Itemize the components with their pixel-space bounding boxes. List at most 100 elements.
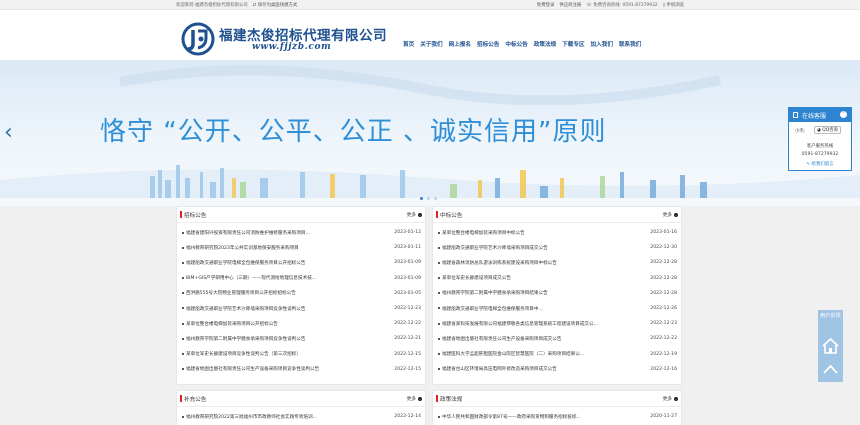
nav-item-download[interactable]: 下载专区 <box>562 40 584 48</box>
award-more-link[interactable]: 更多 › <box>663 212 678 218</box>
qq-chat-button[interactable]: ◕ QQ咨询 <box>814 126 841 134</box>
item-title[interactable]: 福州教育学院第二附属中学膳食承采购项目结果公告 <box>442 290 548 296</box>
item-date: 2022-12-23 <box>650 321 677 327</box>
item-title[interactable]: 福建船政交通职业学院电梯全包维保服务项目中... <box>442 306 543 312</box>
list-item[interactable]: 福建船政交通职业学院电梯全包维保服务项目公开招标公告 2023-01-09 <box>177 255 425 270</box>
list-item[interactable]: 某单位整合楼电梯加装采购项目公开招标公告 2022-12-22 <box>177 316 425 331</box>
chevron-right-icon: › <box>418 213 422 217</box>
list-item[interactable]: 福建省建阳兴投资有限责任公司消防维护维修服务采购项目... 2023-01-12 <box>177 225 425 240</box>
chevron-left-icon: ‹ <box>4 120 13 145</box>
panel-header: 补充公告 更多 › <box>177 391 425 407</box>
policy-more-link[interactable]: 更多 › <box>663 396 678 402</box>
supplier-register-link[interactable]: 供应商注册 <box>559 2 581 8</box>
nav-item-join[interactable]: 加入我们 <box>591 40 613 48</box>
list-item[interactable]: 福建医科大学孟超肝胆医院金山院区智慧医院（二）采购项目结果公... 2022-12… <box>433 347 681 362</box>
item-title[interactable]: 福建省地图出版社有限责任公司生产设备采购项目竞争性谈判公告 <box>186 366 319 372</box>
bullet-icon <box>438 231 440 234</box>
supplement-panel: 补充公告 更多 › 福州教育研究院2022第三批福州市市政教师社会实践专项培训..… <box>176 390 426 425</box>
nav-item-award[interactable]: 中标公告 <box>505 40 527 48</box>
item-title[interactable]: 福建船政交通职业学院艺术沙降墙采购项目竞争性谈判公告 <box>186 306 305 312</box>
company-logo-icon[interactable] <box>181 22 215 56</box>
nav-item-tender[interactable]: 招标公告 <box>477 40 499 48</box>
item-title[interactable]: 某单位整合楼电梯加装采购项目公开招标公告 <box>186 321 278 327</box>
list-item[interactable]: 中华人民共和国财政部令第87号——政府采购货物和服务招标投标... 2020-11… <box>433 409 681 424</box>
list-item[interactable]: 福州教育学院第二附属中学膳食承采购项目结果公告 2022-12-28 <box>433 286 681 301</box>
list-item[interactable]: 福建省森林消防总队游泳训练系统建设采购项目中标公告 2022-12-28 <box>433 255 681 270</box>
item-title[interactable]: 中华人民共和国财政部令第87号——政府采购货物和服务招标投标... <box>442 414 581 420</box>
close-icon[interactable]: ⌃ <box>840 111 847 118</box>
list-item[interactable]: 福建省地图出版社有限责任公司生产设备采购项目成交公告 2022-12-22 <box>433 331 681 346</box>
banner-dot[interactable] <box>427 197 430 200</box>
list-item[interactable]: 福建船政交通职业学院艺术沙降墙采购项目成交公告 2022-12-30 <box>433 240 681 255</box>
home-button[interactable] <box>818 334 843 358</box>
item-title[interactable]: 某单位整合楼电梯加装采购项目中标公告 <box>442 230 525 236</box>
list-item[interactable]: BIM+GIS产学研用中心（三期）——现代测绘地理信息技术技... 2023-01… <box>177 271 425 286</box>
bullet-icon <box>438 261 440 264</box>
bullet-icon <box>182 246 184 249</box>
item-title[interactable]: 某单位军史长廊建设项目竞争性谈判公告（第三次招标） <box>186 351 301 357</box>
item-date: 2022-12-16 <box>650 366 677 372</box>
item-title[interactable]: 福州教育研究院2023年公共实训基地保安服务采购项目 <box>186 245 299 251</box>
item-title[interactable]: 福建医科大学孟超肝胆医院金山院区智慧医院（二）采购项目结果公... <box>442 351 584 357</box>
item-title[interactable]: 福建省台山区环境局高压电网外修改造采购项目成交公告 <box>442 366 557 372</box>
item-date: 2020-11-27 <box>650 414 677 420</box>
item-title[interactable]: 西洪路555号大院物业管理服务项目公开招标招标公告 <box>186 290 296 296</box>
item-title[interactable]: 某单位军史长廊建设项目成交公告 <box>442 275 511 281</box>
nav-item-signup[interactable]: 网上报名 <box>449 40 471 48</box>
service-hotline-number: 0591-87279932 <box>801 152 839 157</box>
bullet-icon <box>438 292 440 295</box>
back-to-top-button[interactable] <box>818 358 843 382</box>
bullet-icon <box>438 415 440 418</box>
leave-message-link[interactable]: ✎ 给我们留言 <box>789 161 851 167</box>
bullet-icon <box>438 337 440 340</box>
hotline-label: 免费咨询热线: <box>593 3 622 8</box>
item-title[interactable]: 福建省地图出版社有限责任公司生产设备采购项目成交公告 <box>442 336 561 342</box>
item-title[interactable]: 福建省森林消防总队游泳训练系统建设采购项目中标公告 <box>442 260 557 266</box>
list-item[interactable]: 福建省台山区环境局高压电网外修改造采购项目成交公告 2022-12-16 <box>433 362 681 377</box>
panel-marker <box>436 211 438 218</box>
panel-title: 补充公告 <box>184 397 207 403</box>
list-item[interactable]: 福州教育研究院2022第三批福州市市政教师社会实践专项培训... 2022-12-… <box>177 409 425 424</box>
list-item[interactable]: 福建船政交通职业学院艺术沙降墙采购项目竞争性谈判公告 2022-12-23 <box>177 301 425 316</box>
banner-dot[interactable] <box>434 197 437 200</box>
item-date: 2022-12-26 <box>650 306 677 312</box>
item-title[interactable]: 福州教育研究院2022第三批福州市市政教师社会实践专项培训... <box>186 414 317 420</box>
nav-item-home[interactable]: 首页 <box>403 40 414 48</box>
arrow-up-icon <box>823 364 838 374</box>
item-title[interactable]: 福州教育学院第二附属中学膳食承采购项目竞争性谈判公告 <box>186 336 305 342</box>
award-panel: 中标公告 更多 › 某单位整合楼电梯加装采购项目中标公告 2023-01-16 福建船… <box>432 206 682 385</box>
list-item[interactable]: 福建省某科技发展有限公司福建恭敬各类信息管理系统工程建设项目成交公... 2022… <box>433 316 681 331</box>
list-item[interactable]: 某单位军史长廊建设项目成交公告 2022-12-28 <box>433 271 681 286</box>
item-title[interactable]: 福建省建阳兴投资有限责任公司消防维护维修服务采购项目... <box>186 230 310 236</box>
save-desktop-link[interactable]: ⇄ 保存为桌面快捷方式 <box>253 2 298 8</box>
list-item[interactable]: 福建省地图出版社有限责任公司生产设备采购项目竞争性谈判公告 2022-12-15 <box>177 362 425 377</box>
nav-item-about[interactable]: 关于我们 <box>420 40 442 48</box>
item-title[interactable]: BIM+GIS产学研用中心（三期）——现代测绘地理信息技术技... <box>186 275 316 281</box>
mobile-link[interactable]: ▯ 手机浏览 <box>663 2 684 8</box>
item-date: 2022-12-28 <box>650 290 677 296</box>
nav-item-contact[interactable]: 联系我们 <box>619 40 641 48</box>
welcome-text: 欢迎来到 福建杰俊招标代理有限公司 <box>176 3 248 8</box>
list-item[interactable]: 某单位整合楼电梯加装采购项目中标公告 2023-01-16 <box>433 225 681 240</box>
qq-icon: ◕ <box>817 128 821 133</box>
nav-item-policy[interactable]: 政策法规 <box>534 40 556 48</box>
list-item[interactable]: 福建船政交通职业学院电梯全包维保服务项目中... 2022-12-26 <box>433 301 681 316</box>
item-title[interactable]: 福建船政交通职业学院电梯全包维保服务项目公开招标公告 <box>186 260 305 266</box>
list-item[interactable]: 福州教育学院第二附属中学膳食承采购项目竞争性谈判公告 2022-12-21 <box>177 331 425 346</box>
item-title[interactable]: 福建船政交通职业学院艺术沙降墙采购项目成交公告 <box>442 245 548 251</box>
company-name: 福建杰俊招标代理有限公司 <box>219 28 387 44</box>
register-link[interactable]: 免费登录 <box>537 2 555 8</box>
banner-dot-active[interactable] <box>420 197 423 200</box>
more-label: 更多 <box>406 397 416 402</box>
tender-more-link[interactable]: 更多 › <box>407 212 422 218</box>
list-item[interactable]: 某单位军史长廊建设项目竞争性谈判公告（第三次招标） 2022-12-15 <box>177 347 425 362</box>
item-title[interactable]: 福建省某科技发展有限公司福建恭敬各类信息管理系统工程建设项目成交公... <box>442 321 598 327</box>
supplement-more-link[interactable]: 更多 › <box>407 396 422 402</box>
banner-prev-button[interactable]: ‹ <box>4 120 13 145</box>
hotline-number: 0591-87279932 <box>622 3 658 8</box>
panel-title: 招标公告 <box>184 213 207 219</box>
list-item[interactable]: 西洪路555号大院物业管理服务项目公开招标招标公告 2023-01-05 <box>177 286 425 301</box>
panel-title: 中标公告 <box>440 213 463 219</box>
list-item[interactable]: 福州教育研究院2023年公共实训基地保安服务采购项目 2023-01-11 <box>177 240 425 255</box>
feedback-button[interactable]: 用户反馈 <box>818 310 843 334</box>
